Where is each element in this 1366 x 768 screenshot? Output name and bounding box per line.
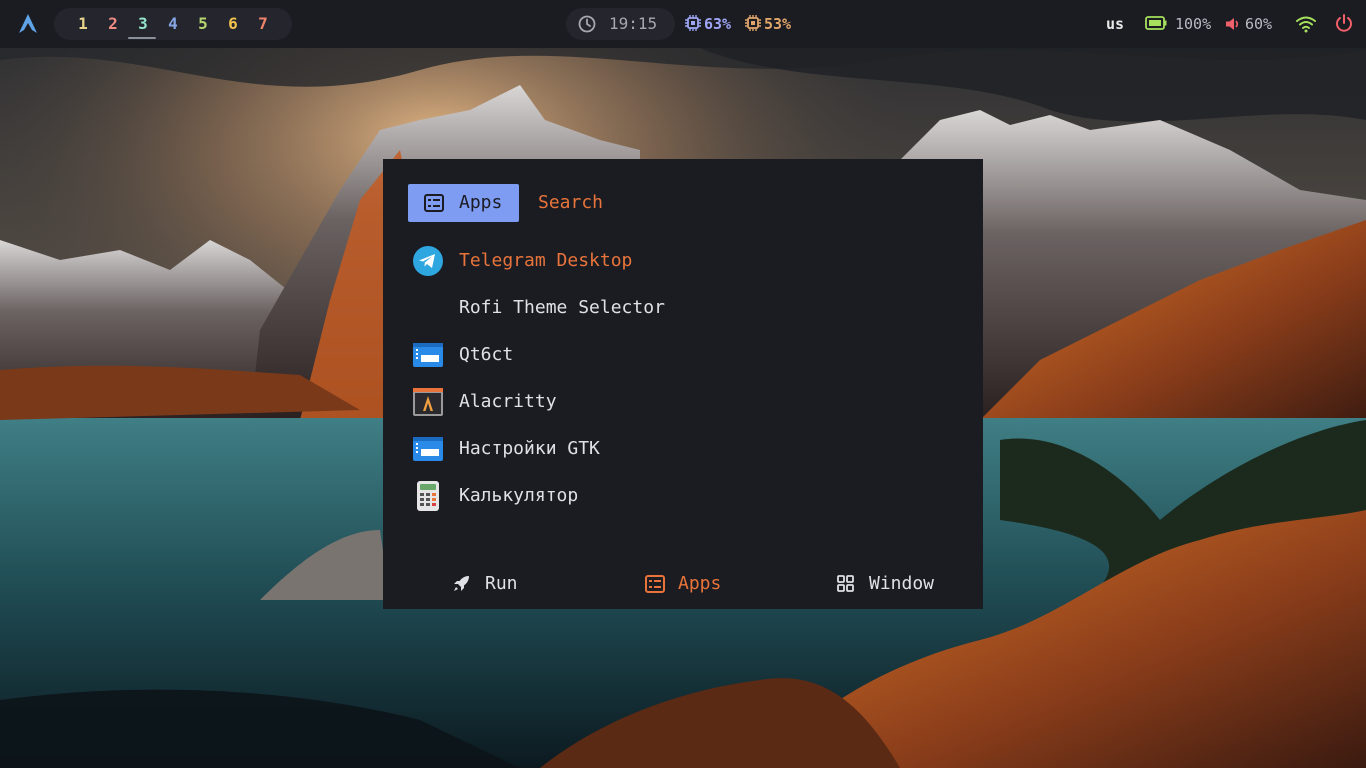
tab-apps[interactable]: Apps	[408, 184, 519, 222]
clock-widget[interactable]: 19:15	[566, 8, 675, 40]
cpu-icon	[685, 15, 701, 31]
mode-switcher: Run Apps Window	[383, 564, 983, 604]
workspace-switcher: 1 2 3 4 5 6 7	[54, 8, 292, 40]
telegram-icon	[413, 246, 443, 276]
workspace-2[interactable]: 2	[98, 8, 128, 40]
list-item-calculator[interactable]: Калькулятор	[408, 472, 958, 519]
workspace-5[interactable]: 5	[188, 8, 218, 40]
list-item-gtk-settings[interactable]: Настройки GTK	[408, 425, 958, 472]
app-label: Настройки GTK	[459, 438, 600, 459]
memory-usage: 53%	[764, 15, 792, 33]
app-label: Rofi Theme Selector	[459, 297, 665, 318]
app-list: Telegram Desktop Rofi Theme Selector Qt6…	[408, 237, 958, 519]
list-item-telegram[interactable]: Telegram Desktop	[408, 237, 958, 284]
app-launcher: Apps Search Telegram Desktop Rofi Theme …	[383, 159, 983, 609]
search-input[interactable]: Search	[538, 184, 603, 222]
battery-icon	[1145, 16, 1167, 30]
search-placeholder: Search	[538, 192, 604, 213]
mode-window-label: Window	[869, 573, 935, 594]
app-label: Telegram Desktop	[459, 250, 633, 271]
arch-linux-icon[interactable]	[17, 13, 39, 35]
clock-icon	[578, 15, 596, 33]
list-item-rofi-theme-selector[interactable]: Rofi Theme Selector	[408, 284, 958, 331]
workspace-7[interactable]: 7	[248, 8, 278, 40]
cpu-usage: 63%	[704, 15, 732, 33]
alacritty-icon	[413, 388, 443, 416]
memory-chip-icon	[745, 15, 761, 31]
battery-level: 100%	[1175, 15, 1212, 33]
rocket-icon	[454, 576, 469, 591]
speaker-icon[interactable]	[1225, 16, 1241, 32]
app-label: Калькулятор	[459, 485, 579, 506]
mode-run-label: Run	[485, 573, 518, 594]
keyboard-layout[interactable]: us	[1106, 8, 1124, 40]
list-item-qt6ct[interactable]: Qt6ct	[408, 331, 958, 378]
tab-apps-label: Apps	[459, 192, 503, 213]
volume-level[interactable]: 60%	[1245, 8, 1272, 40]
list-icon	[424, 194, 444, 212]
app-label: Alacritty	[459, 391, 557, 412]
workspace-6[interactable]: 6	[218, 8, 248, 40]
power-icon[interactable]	[1334, 13, 1354, 33]
app-label: Qt6ct	[459, 344, 514, 365]
workspace-3[interactable]: 3	[128, 8, 158, 40]
calculator-icon	[417, 481, 439, 511]
list-icon	[645, 575, 665, 593]
settings-window-icon	[413, 437, 443, 461]
mode-apps-label: Apps	[678, 573, 722, 594]
active-workspace-indicator	[128, 37, 156, 39]
clock-time: 19:15	[609, 14, 658, 33]
list-item-alacritty[interactable]: Alacritty	[408, 378, 958, 425]
workspace-1[interactable]: 1	[68, 8, 98, 40]
grid-icon	[837, 575, 854, 592]
wifi-icon[interactable]	[1295, 15, 1317, 33]
settings-window-icon	[413, 343, 443, 367]
workspace-4[interactable]: 4	[158, 8, 188, 40]
top-bar: 1 2 3 4 5 6 7 19:15 63% 53% us 100% 60%	[0, 0, 1366, 48]
